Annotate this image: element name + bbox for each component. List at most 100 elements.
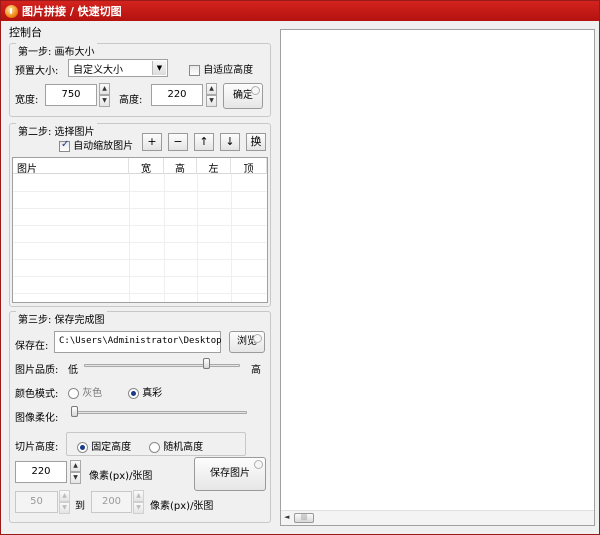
confirm-button[interactable]: 确定 bbox=[223, 83, 263, 109]
spin-up-icon[interactable]: ▲ bbox=[70, 460, 81, 472]
fixed-height-spinner[interactable]: ▲ ▼ bbox=[70, 460, 81, 484]
button-decor-icon bbox=[253, 334, 262, 343]
radio-dot bbox=[128, 387, 139, 399]
color-gray-label: 灰色 bbox=[82, 388, 103, 399]
preset-size-label: 预置大小: bbox=[15, 66, 59, 77]
smooth-label: 图像柔化: bbox=[15, 413, 59, 424]
grid-line bbox=[13, 276, 267, 277]
title-bar[interactable]: 图片拼接 / 快速切图 bbox=[1, 1, 599, 21]
scroll-left-icon[interactable]: ◄ bbox=[284, 513, 289, 521]
horizontal-scrollbar[interactable]: ◄ ||| bbox=[281, 510, 594, 525]
column-left[interactable]: 左 bbox=[197, 158, 231, 175]
random-from-spinner[interactable]: ▲ ▼ bbox=[59, 490, 70, 514]
save-image-button-label: 保存图片 bbox=[210, 468, 250, 479]
grid-line bbox=[13, 293, 267, 294]
slice-random-radio[interactable]: 随机高度 bbox=[149, 438, 203, 453]
grid-line bbox=[197, 174, 198, 302]
add-image-button[interactable]: + bbox=[142, 133, 162, 151]
width-label: 宽度: bbox=[15, 95, 39, 106]
step3-title: 第三步: 保存完成图 bbox=[16, 311, 107, 326]
chevron-down-icon: ▼ bbox=[152, 61, 166, 75]
slice-fixed-radio[interactable]: 固定高度 bbox=[77, 438, 131, 453]
button-decor-icon bbox=[254, 460, 263, 469]
column-image[interactable]: 图片 bbox=[13, 158, 129, 175]
button-decor-icon bbox=[251, 86, 260, 95]
auto-scale-label: 自动缩放图片 bbox=[73, 141, 134, 152]
column-width[interactable]: 宽 bbox=[129, 158, 164, 175]
auto-height-checkbox[interactable]: 自适应高度 bbox=[189, 61, 253, 76]
width-spinner[interactable]: ▲ ▼ bbox=[99, 83, 110, 107]
grid-line bbox=[13, 242, 267, 243]
quality-low-label: 低 bbox=[68, 365, 78, 376]
grid-line bbox=[164, 174, 165, 302]
spin-up-icon[interactable]: ▲ bbox=[59, 490, 70, 502]
checkbox-box bbox=[59, 139, 70, 152]
spin-down-icon[interactable]: ▼ bbox=[99, 95, 110, 107]
confirm-button-label: 确定 bbox=[233, 90, 253, 101]
quality-label: 图片品质: bbox=[15, 365, 59, 376]
auto-height-label: 自适应高度 bbox=[203, 65, 254, 76]
color-gray-radio[interactable]: 灰色 bbox=[68, 384, 102, 399]
height-spinner[interactable]: ▲ ▼ bbox=[206, 83, 217, 107]
preset-size-value: 自定义大小 bbox=[73, 65, 123, 76]
slice-fixed-label: 固定高度 bbox=[91, 442, 132, 453]
save-to-label: 保存在: bbox=[15, 341, 49, 352]
spin-up-icon[interactable]: ▲ bbox=[133, 490, 144, 502]
scroll-thumb[interactable]: ||| bbox=[294, 513, 314, 523]
radio-dot bbox=[77, 441, 88, 453]
fixed-unit-label: 像素(px)/张图 bbox=[89, 471, 153, 482]
preview-canvas[interactable]: ◄ ||| bbox=[280, 29, 595, 526]
spin-down-icon[interactable]: ▼ bbox=[133, 502, 144, 514]
spin-up-icon[interactable]: ▲ bbox=[99, 83, 110, 95]
remove-image-button[interactable]: − bbox=[168, 133, 188, 151]
step1-title: 第一步: 画布大小 bbox=[16, 43, 97, 58]
color-true-radio[interactable]: 真彩 bbox=[128, 384, 162, 399]
radio-dot bbox=[149, 441, 160, 453]
auto-scale-checkbox[interactable]: 自动缩放图片 bbox=[59, 137, 133, 152]
column-top[interactable]: 顶 bbox=[231, 158, 267, 175]
list-header: 图片 宽 高 左 顶 bbox=[13, 158, 267, 175]
preset-size-select[interactable]: 自定义大小 ▼ bbox=[68, 59, 168, 77]
radio-dot bbox=[68, 387, 79, 399]
quality-slider-thumb[interactable] bbox=[203, 358, 211, 369]
color-mode-label: 颜色模式: bbox=[15, 389, 59, 400]
grid-line bbox=[13, 208, 267, 209]
control-panel-label: 控制台 bbox=[9, 26, 42, 39]
color-true-label: 真彩 bbox=[142, 388, 163, 399]
app-window: 图片拼接 / 快速切图 控制台 第一步: 画布大小 预置大小: 自定义大小 ▼ … bbox=[0, 0, 600, 535]
random-from-input[interactable]: 50 bbox=[15, 491, 58, 513]
fixed-height-input[interactable]: 220 bbox=[15, 461, 67, 483]
random-to-input[interactable]: 200 bbox=[91, 491, 132, 513]
spin-up-icon[interactable]: ▲ bbox=[206, 83, 217, 95]
random-unit-label: 像素(px)/张图 bbox=[150, 501, 214, 512]
save-path-input[interactable]: C:\Users\Administrator\Desktop bbox=[54, 331, 222, 353]
grid-line bbox=[13, 259, 267, 260]
quality-slider-track[interactable] bbox=[84, 364, 240, 367]
spin-down-icon[interactable]: ▼ bbox=[70, 472, 81, 484]
range-to-label: 到 bbox=[75, 501, 85, 512]
move-up-button[interactable]: ↑ bbox=[194, 133, 214, 151]
random-to-spinner[interactable]: ▲ ▼ bbox=[133, 490, 144, 514]
move-down-button[interactable]: ↓ bbox=[220, 133, 240, 151]
app-icon bbox=[5, 4, 18, 18]
grid-line bbox=[13, 225, 267, 226]
save-image-button[interactable]: 保存图片 bbox=[194, 457, 266, 491]
smooth-slider-track[interactable] bbox=[71, 411, 247, 414]
slice-height-label: 切片高度: bbox=[15, 442, 59, 453]
step2-title: 第二步: 选择图片 bbox=[16, 123, 97, 138]
slice-random-label: 随机高度 bbox=[163, 442, 204, 453]
spin-down-icon[interactable]: ▼ bbox=[206, 95, 217, 107]
height-input[interactable]: 220 bbox=[151, 84, 203, 106]
grid-line bbox=[231, 174, 232, 302]
width-input[interactable]: 750 bbox=[45, 84, 97, 106]
smooth-slider-thumb[interactable] bbox=[71, 406, 78, 417]
spin-down-icon[interactable]: ▼ bbox=[59, 502, 70, 514]
browse-button[interactable]: 浏览 bbox=[229, 331, 265, 353]
swap-button[interactable]: 换 bbox=[246, 133, 266, 151]
height-label: 高度: bbox=[119, 95, 143, 106]
image-list[interactable]: 图片 宽 高 左 顶 bbox=[12, 157, 268, 303]
column-height[interactable]: 高 bbox=[164, 158, 197, 175]
checkbox-box bbox=[189, 64, 200, 76]
grid-line bbox=[129, 174, 130, 302]
quality-high-label: 高 bbox=[251, 365, 261, 376]
